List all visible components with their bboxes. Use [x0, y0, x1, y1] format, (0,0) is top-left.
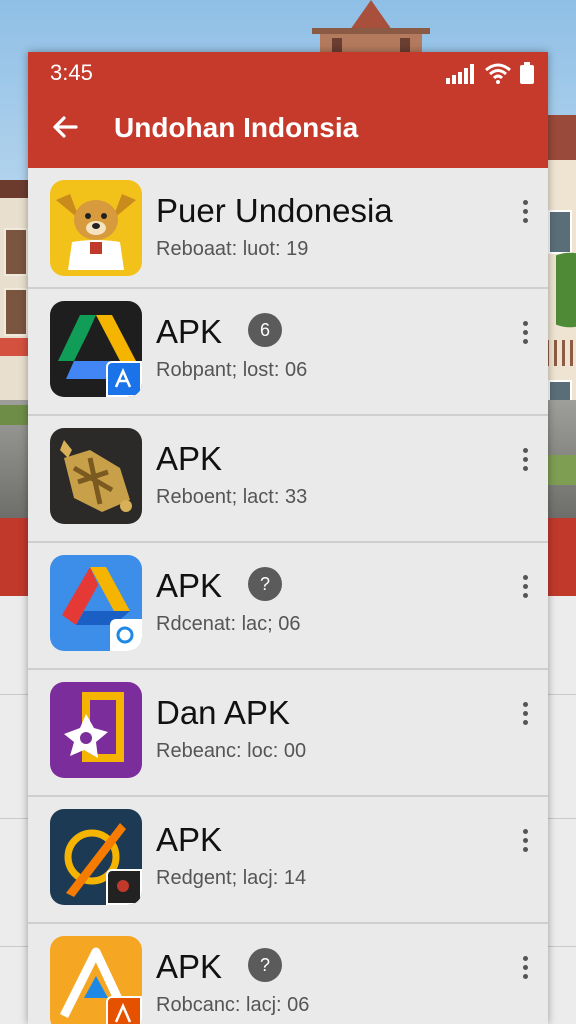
list-item[interactable]: APK ? Robcanc: lacj: 06: [28, 924, 548, 1024]
app-title: Dan APK: [156, 694, 290, 731]
app-subtitle: Robpant; lost: 06: [156, 359, 308, 381]
app-bar: 3:45 Undohan Indonsia: [28, 52, 548, 168]
app-subtitle: Rebeanc: loc: 00: [156, 740, 307, 762]
list-item[interactable]: APK Reboent; lact: 33: [28, 416, 548, 543]
compass-app-icon: [50, 809, 142, 905]
drive-app-icon: [50, 301, 142, 397]
status-badge: 6: [248, 313, 282, 347]
more-options-icon[interactable]: [518, 954, 532, 980]
more-options-icon[interactable]: [518, 573, 532, 599]
app-title: Puer Undonesia: [156, 192, 393, 229]
app-title: APK: [156, 821, 223, 858]
tree: [556, 230, 576, 350]
more-options-icon[interactable]: [518, 827, 532, 853]
church-tower-image: [312, 0, 430, 54]
app-list-window: 3:45 Undohan Indonsia Puer Undonesia Reb…: [28, 52, 548, 1024]
app-list: Puer Undonesia Reboaat: luot: 19 APK 6 R…: [28, 168, 548, 1024]
page-title: Undohan Indonsia: [114, 112, 359, 143]
signal-icon: [446, 64, 474, 84]
status-time: 3:45: [50, 60, 93, 85]
orange-a-app-icon: [50, 936, 142, 1024]
app-subtitle: Reboent; lact: 33: [156, 486, 308, 508]
blue-drive-app-icon: [50, 555, 142, 651]
app-subtitle: Redgent; lacj: 14: [156, 867, 307, 889]
gold-emblem-app-icon: [50, 428, 142, 524]
app-title: APK: [156, 313, 223, 350]
app-title: APK: [156, 948, 223, 985]
list-item[interactable]: APK ? Rdcenat: lac; 06: [28, 543, 548, 670]
more-options-icon[interactable]: [518, 198, 532, 224]
list-item[interactable]: Puer Undonesia Reboaat: luot: 19: [28, 168, 548, 289]
more-options-icon[interactable]: [518, 700, 532, 726]
status-badge: ?: [248, 948, 282, 982]
app-subtitle: Reboaat: luot: 19: [156, 238, 309, 260]
app-title: APK: [156, 567, 223, 604]
list-item[interactable]: APK Redgent; lacj: 14: [28, 797, 548, 924]
more-options-icon[interactable]: [518, 319, 532, 345]
list-item[interactable]: APK 6 Robpant; lost: 06: [28, 289, 548, 416]
status-badge: ?: [248, 567, 282, 601]
back-arrow-icon[interactable]: [50, 112, 80, 142]
more-options-icon[interactable]: [518, 446, 532, 472]
garuda-mascot-app-icon: [50, 180, 142, 276]
status-icons: [446, 62, 534, 84]
purple-app-icon: [50, 682, 142, 778]
app-subtitle: Rdcenat: lac; 06: [156, 613, 301, 635]
app-title: APK: [156, 440, 223, 477]
building-left: [0, 180, 30, 428]
app-subtitle: Robcanc: lacj: 06: [156, 994, 310, 1016]
wifi-icon: [485, 63, 511, 84]
battery-icon: [520, 62, 534, 84]
list-item[interactable]: Dan APK Rebeanc: loc: 00: [28, 670, 548, 797]
